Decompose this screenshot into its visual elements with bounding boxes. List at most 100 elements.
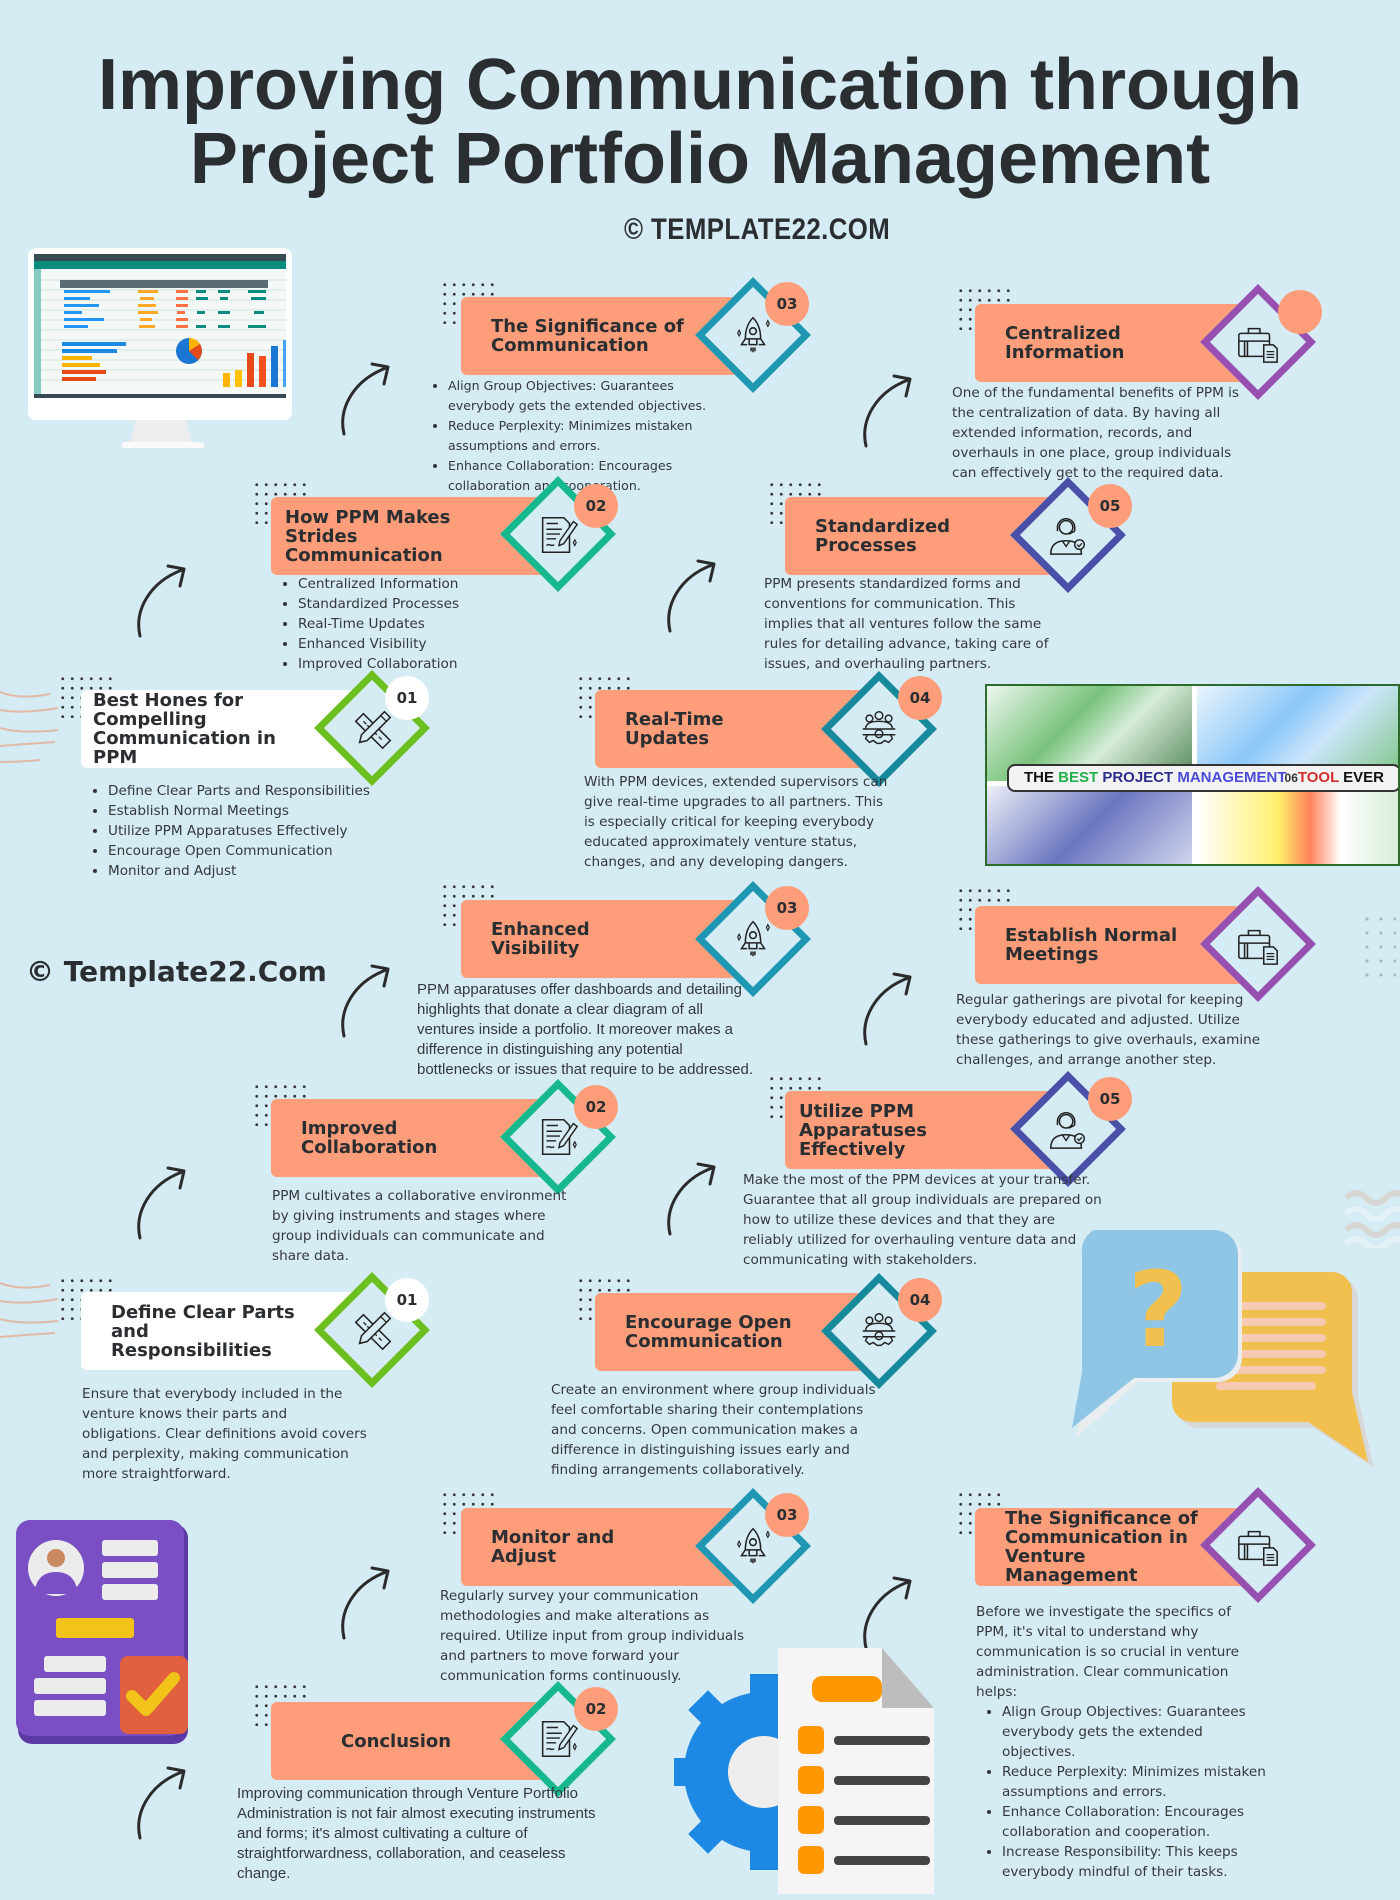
wavy-lines-decoration: [0, 1282, 59, 1338]
page-title-line1: Improving Communication through: [98, 45, 1302, 125]
dot-grid-decoration: [1360, 912, 1396, 982]
card-intro: Before we investigate the specifics of P…: [976, 1604, 1240, 1700]
card-title: Establish Normal Meetings: [1005, 925, 1178, 965]
step-badge: 01: [385, 676, 429, 720]
curved-arrow-icon: [336, 1562, 396, 1642]
card-body: One of the fundamental benefits of PPM i…: [952, 385, 1240, 481]
step-badge: 04: [898, 676, 942, 720]
card-title: Define Clear Parts and Responsibilities: [111, 1301, 295, 1361]
step-badge: 01: [385, 1278, 429, 1322]
bullet-item: Enhanced Visibility: [298, 634, 532, 654]
chat-bubbles-illustration: ?: [1072, 1230, 1374, 1468]
card-title: Utilize PPM Apparatuses Effectively: [799, 1100, 927, 1160]
step-badge: 02: [574, 484, 618, 528]
briefcase-document-icon: [1235, 922, 1281, 968]
bullet-item: Standardized Processes: [298, 594, 532, 614]
bullet-item: Enhance Collaboration: Encourages collab…: [1002, 1802, 1266, 1842]
team-gear-icon: [856, 706, 902, 752]
card-body: Regular gatherings are pivotal for keepi…: [956, 992, 1261, 1068]
card-body: Create an environment where group indivi…: [551, 1382, 876, 1478]
card-body: Define Clear Parts and Responsibilities …: [82, 781, 382, 881]
bullet-item: Encourage Open Communication: [108, 841, 382, 861]
contract-pen-icon: [535, 1114, 581, 1160]
banner-caption: THE BEST PROJECT MANAGEMENT06TOOL EVER: [1007, 764, 1398, 792]
step-badge: 02: [574, 1085, 618, 1129]
card-title: Enhanced Visibility: [491, 919, 590, 959]
step-badge: 03: [765, 886, 809, 930]
bullet-item: Establish Normal Meetings: [108, 801, 382, 821]
briefcase-document-icon: [1235, 1523, 1281, 1569]
card-body: Before we investigate the specifics of P…: [976, 1602, 1266, 1882]
banner-number: 06: [1284, 771, 1298, 785]
bullet-item: Centralized Information: [298, 574, 532, 594]
card-body: PPM cultivates a collaborative environme…: [272, 1188, 567, 1264]
bullet-item: Increase Responsibility: This keeps ever…: [1002, 1842, 1266, 1882]
curved-arrow-icon: [662, 1158, 722, 1238]
gear-document-illustration: [674, 1648, 934, 1894]
card-title: The Significance of Communication: [491, 316, 684, 356]
curved-arrow-icon: [858, 1572, 918, 1652]
curved-arrow-icon: [336, 960, 396, 1040]
bullet-item: Reduce Perplexity: Minimizes mistaken as…: [1002, 1762, 1266, 1802]
curved-arrow-icon: [662, 555, 722, 635]
dashboard-collage-banner: THE BEST PROJECT MANAGEMENT06TOOL EVER: [985, 684, 1400, 866]
collage-tile-indigo: [987, 786, 1192, 864]
page-title: Improving Communication through Project …: [0, 48, 1400, 196]
question-mark-icon: ?: [1128, 1249, 1188, 1371]
contract-pen-icon: [535, 512, 581, 558]
card-title: Improved Collaboration: [301, 1118, 438, 1158]
support-agent-icon: [1045, 512, 1091, 558]
card-title: Monitor and Adjust: [491, 1527, 615, 1567]
rocket-icon: [730, 312, 776, 358]
card-body: Align Group Objectives: Guarantees every…: [432, 376, 732, 496]
card-title: How PPM Makes Strides Communication: [285, 506, 451, 566]
card-title: Real-Time Updates: [625, 709, 724, 749]
card-body: PPM presents standardized forms and conv…: [764, 576, 1049, 672]
profile-checklist-illustration: [16, 1520, 188, 1744]
curved-arrow-icon: [132, 560, 192, 640]
card-title: Centralized Information: [1005, 323, 1125, 363]
card-title: Encourage Open Communication: [625, 1312, 792, 1352]
card-body: Improving communication through Venture …: [237, 1785, 596, 1882]
card-title: The Significance of Communication in Ven…: [1005, 1508, 1198, 1586]
rocket-icon: [730, 916, 776, 962]
curved-arrow-icon: [132, 1762, 192, 1842]
curved-arrow-icon: [132, 1162, 192, 1242]
card-body: PPM apparatuses offer dashboards and det…: [417, 981, 754, 1078]
banner-word: EVER: [1343, 769, 1385, 786]
card-body: Make the most of the PPM devices at your…: [743, 1172, 1102, 1268]
spreadsheet-monitor-illustration: [28, 248, 292, 448]
curved-arrow-icon: [858, 968, 918, 1048]
step-badge: 02: [574, 1687, 618, 1731]
card-body: Centralized Information Standardized Pro…: [272, 574, 532, 674]
card-title: Standardized Processes: [815, 516, 951, 556]
banner-word: PROJECT: [1102, 769, 1174, 786]
bullet-item: Define Clear Parts and Responsibilities: [108, 781, 382, 801]
bullet-item: Reduce Perplexity: Minimizes mistaken as…: [448, 416, 732, 456]
bullet-item: Align Group Objectives: Guarantees every…: [448, 376, 732, 416]
briefcase-document-icon: [1235, 320, 1281, 366]
watermark-top: © TEMPLATE22.COM: [624, 213, 891, 246]
banner-word: TOOL: [1297, 769, 1339, 786]
contract-pen-icon: [535, 1716, 581, 1762]
bullet-item: Real-Time Updates: [298, 614, 532, 634]
support-agent-icon: [1045, 1106, 1091, 1152]
step-badge: 03: [765, 282, 809, 326]
collage-tile-heatmap: [1197, 786, 1398, 864]
curved-arrow-icon: [336, 358, 396, 438]
step-badge: [1278, 290, 1322, 334]
rocket-icon: [730, 1523, 776, 1569]
bullet-item: Align Group Objectives: Guarantees every…: [1002, 1702, 1266, 1762]
banner-word: BEST: [1058, 769, 1099, 786]
team-gear-icon: [856, 1308, 902, 1354]
watermark-mid: © Template22.Com: [26, 955, 327, 988]
wavy-lines-decoration: [0, 691, 59, 763]
banner-word: MANAGEMENT: [1177, 769, 1287, 786]
step-badge: 05: [1088, 484, 1132, 528]
ruler-pencil-icon: [350, 706, 396, 752]
banner-word: THE: [1023, 769, 1054, 786]
bullet-item: Utilize PPM Apparatuses Effectively: [108, 821, 382, 841]
step-badge: 03: [765, 1493, 809, 1537]
bullet-item: Monitor and Adjust: [108, 861, 382, 881]
card-body: With PPM devices, extended supervisors c…: [584, 774, 888, 870]
